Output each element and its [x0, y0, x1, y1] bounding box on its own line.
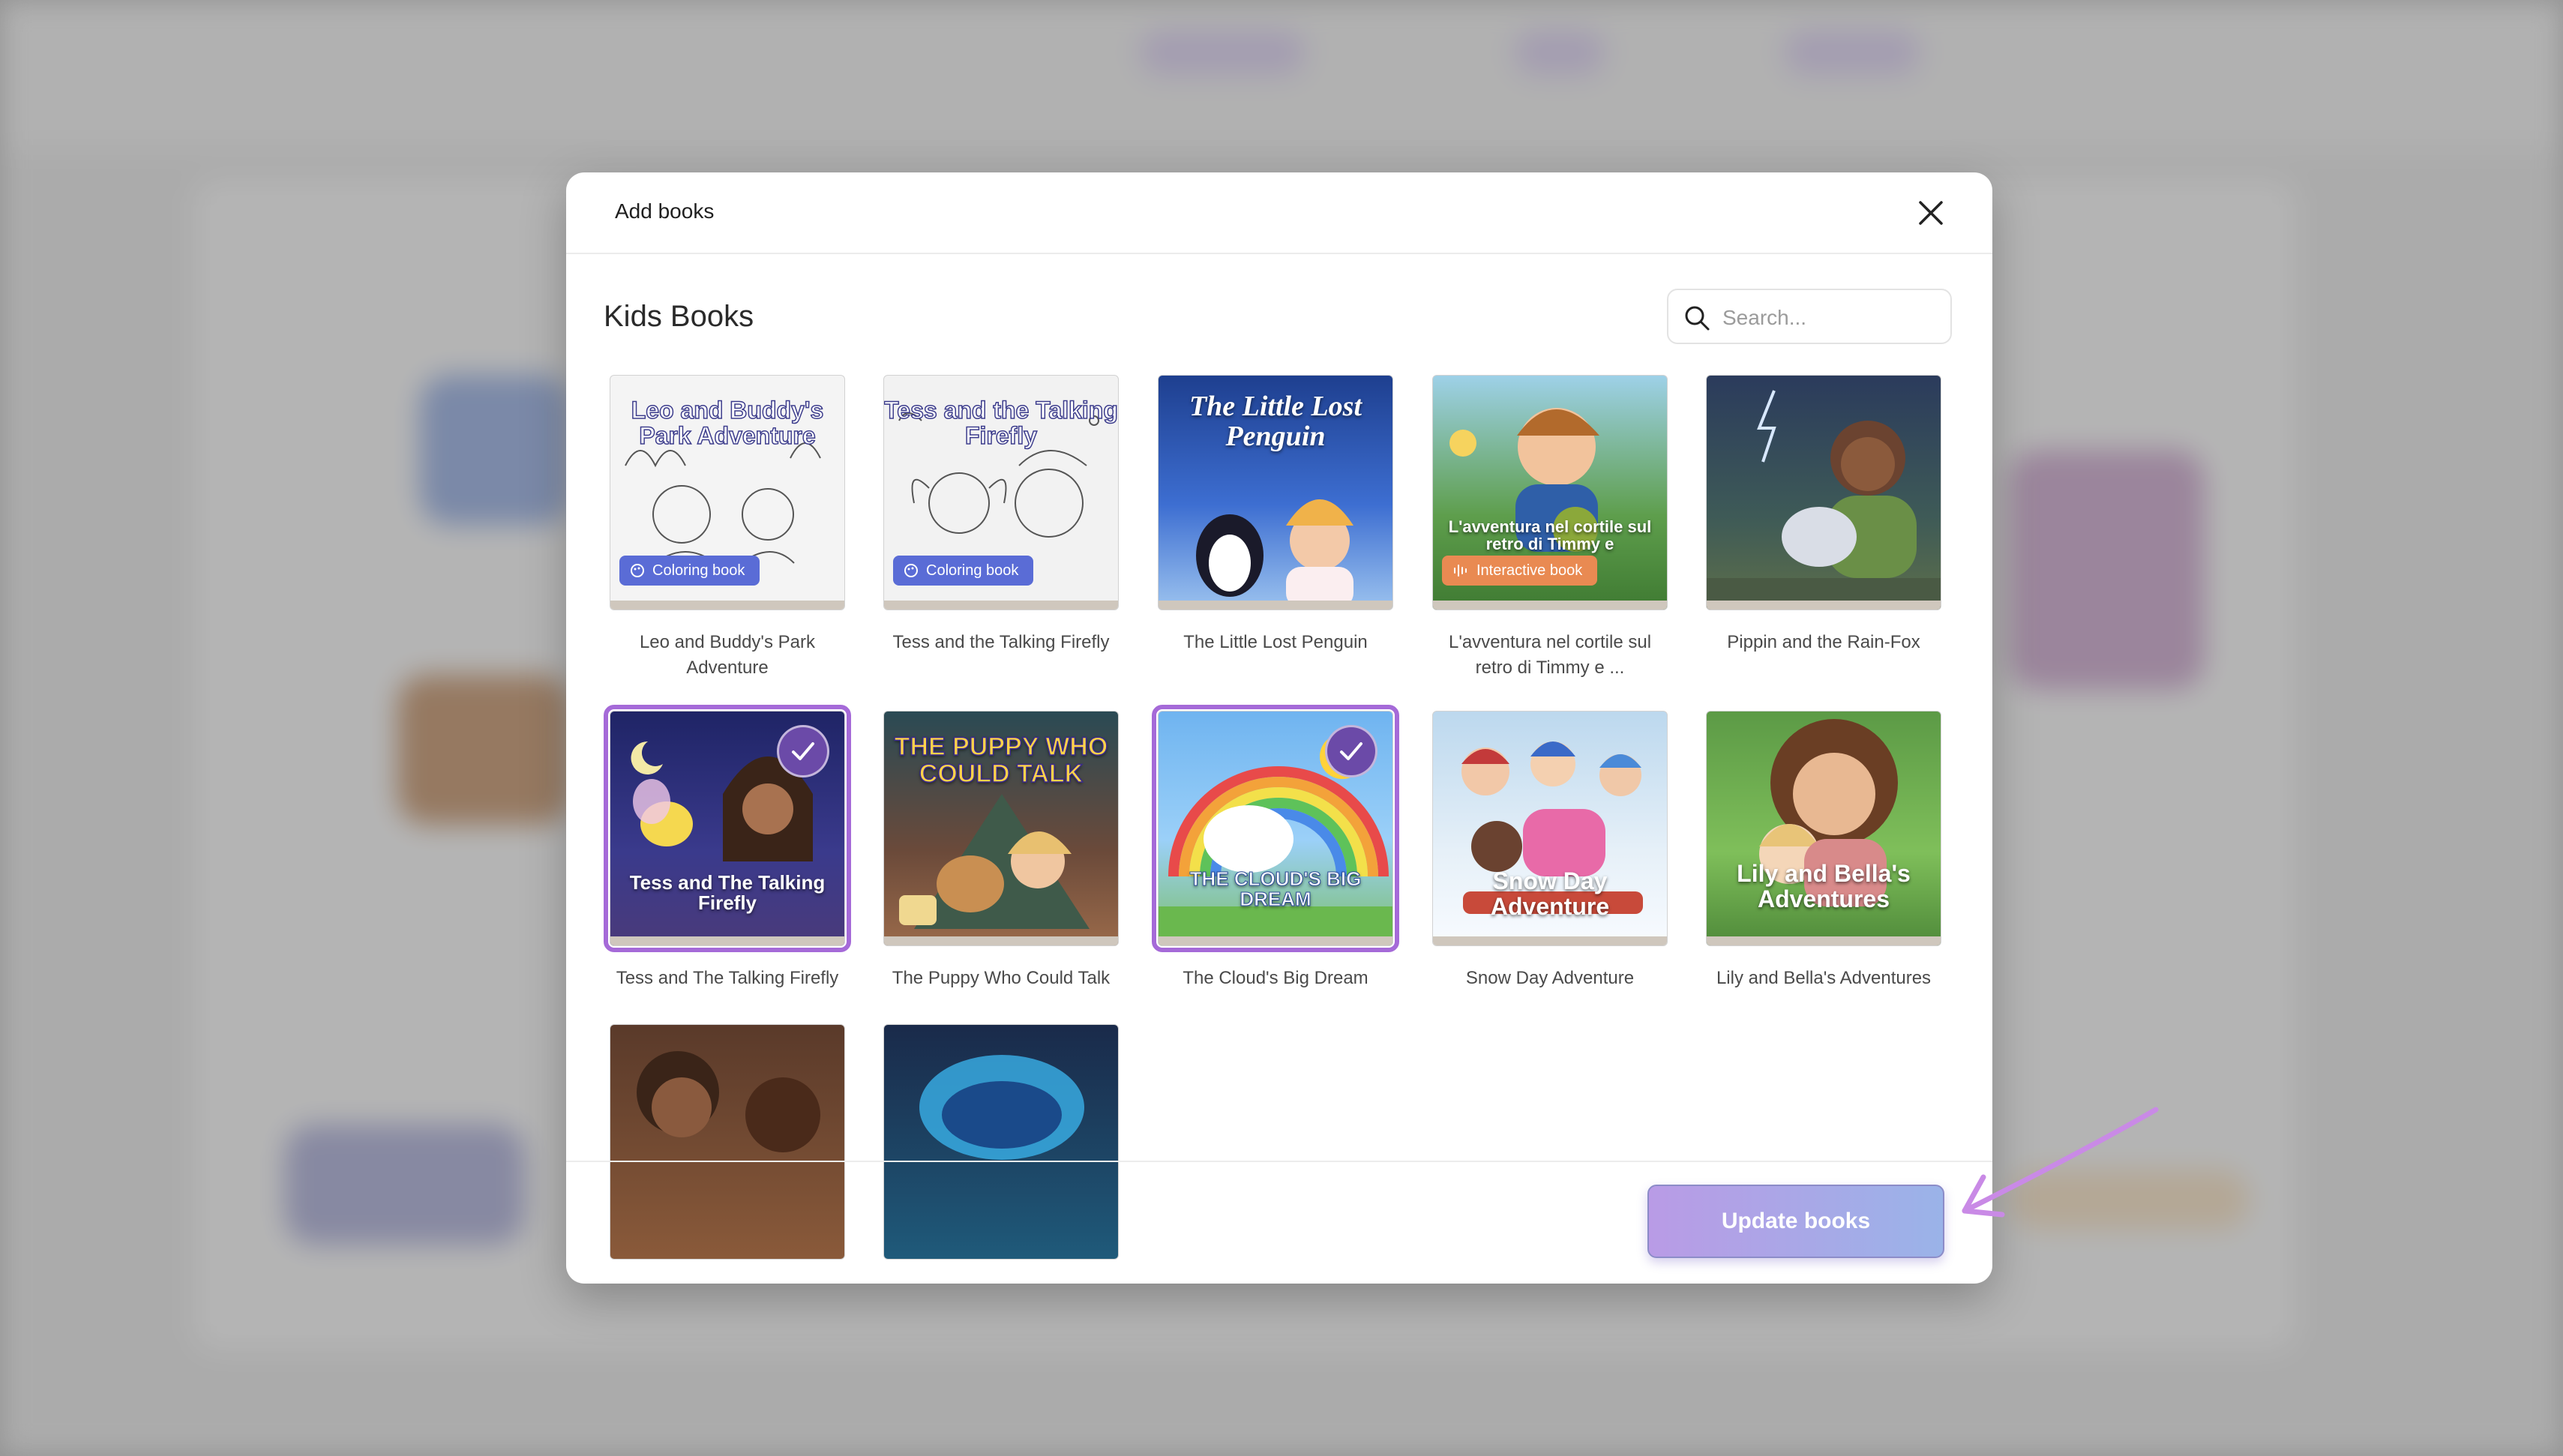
- close-icon: [1919, 201, 1943, 225]
- cover-shelf: [1159, 601, 1392, 610]
- cover-shelf: [1433, 936, 1667, 945]
- modal-header: Add books: [566, 172, 1992, 254]
- book-title: The Puppy Who Could Talk: [892, 968, 1111, 988]
- palette-icon: [631, 564, 644, 577]
- cover-title: Tess and the Talking Firefly: [884, 397, 1118, 449]
- book-cover[interactable]: Tess and The Talking Firefly: [610, 711, 845, 946]
- coloring-book-badge: Coloring book: [893, 556, 1034, 586]
- cover-title: L'avventura nel cortile sul retro di Tim…: [1448, 517, 1652, 554]
- book-cover[interactable]: [883, 1024, 1119, 1260]
- cover-shelf: [610, 936, 844, 945]
- cover-shelf: [1707, 936, 1941, 945]
- cover-shelf: [1707, 601, 1941, 610]
- books-grid: Leo and Buddy's Park Adventure Coloring …: [566, 375, 1992, 1284]
- badge-label: Interactive book: [1476, 562, 1583, 579]
- interactive-book-badge: Interactive book: [1442, 556, 1598, 586]
- cover-illustration: [919, 1055, 1084, 1160]
- rain-fox-illustration: [1707, 390, 1941, 608]
- cover-shelf: [884, 601, 1118, 610]
- book-cover[interactable]: THE CLOUD'S BIG DREAM: [1158, 711, 1393, 946]
- cover-title: Lily and Bella's Adventures: [1737, 860, 1911, 912]
- badge-label: Coloring book: [926, 562, 1019, 579]
- book-title: Snow Day Adventure: [1465, 968, 1635, 988]
- palette-icon: [904, 564, 918, 577]
- book-cover[interactable]: [1706, 375, 1941, 610]
- annotation-arrow-icon: [1962, 1107, 2159, 1218]
- cover-title: Snow Day Adventure: [1490, 867, 1610, 920]
- book-cover[interactable]: Lily and Bella's Adventures: [1706, 711, 1941, 946]
- cover-shelf: [610, 601, 844, 610]
- book-title: The Little Lost Penguin: [1183, 632, 1368, 652]
- checkmark-icon: [1340, 742, 1362, 760]
- search-field[interactable]: [1667, 289, 1952, 344]
- book-cover[interactable]: Leo and Buddy's Park Adventure Coloring …: [610, 375, 845, 610]
- search-input[interactable]: [1721, 301, 1941, 335]
- book-title: Leo and Buddy's Park Adventure: [639, 632, 816, 678]
- book-cover[interactable]: Tess and the Talking Firefly Coloring bo…: [883, 375, 1119, 610]
- cover-title: The Little Lost Penguin: [1189, 391, 1362, 452]
- cover-title: Leo and Buddy's Park Adventure: [631, 397, 824, 449]
- search-icon: [1685, 306, 1710, 331]
- book-cover[interactable]: [610, 1024, 845, 1260]
- cover-title: THE PUPPY WHO COULD TALK: [894, 732, 1108, 788]
- close-button[interactable]: [1914, 196, 1947, 229]
- book-cover[interactable]: Snow Day Adventure: [1432, 711, 1668, 946]
- book-title: Pippin and the Rain-Fox: [1727, 632, 1920, 652]
- modal-title: Add books: [615, 199, 715, 223]
- book-title: L'avventura nel cortile sul retro di Tim…: [1448, 632, 1652, 678]
- section-title: Kids Books: [604, 300, 754, 333]
- checkmark-icon: [792, 742, 814, 760]
- book-title: Lily and Bella's Adventures: [1716, 968, 1932, 988]
- book-cover[interactable]: The Little Lost Penguin: [1158, 375, 1393, 610]
- cover-shelf: [1159, 936, 1392, 945]
- book-cover[interactable]: THE PUPPY WHO COULD TALK: [883, 711, 1119, 946]
- cover-title: THE CLOUD'S BIG DREAM: [1189, 867, 1362, 911]
- audio-wave-icon: [1454, 565, 1467, 577]
- selected-check: [1325, 725, 1377, 777]
- coloring-book-badge: Coloring book: [619, 556, 760, 586]
- cover-shelf: [1433, 601, 1667, 610]
- book-title: Tess and the Talking Firefly: [892, 632, 1110, 652]
- book-cover[interactable]: L'avventura nel cortile sul retro di Tim…: [1432, 375, 1668, 610]
- badge-label: Coloring book: [652, 562, 745, 579]
- selected-check: [777, 725, 829, 777]
- cover-shelf: [884, 936, 1118, 945]
- add-books-modal: Add books Kids Books Search... Leo and B…: [566, 172, 1992, 1284]
- book-title: Tess and The Talking Firefly: [616, 968, 839, 988]
- footer-divider: [566, 1161, 1992, 1162]
- cover-title: Tess and The Talking Firefly: [629, 871, 826, 915]
- update-books-button[interactable]: Update books: [1647, 1185, 1944, 1258]
- cover-illustration: [637, 1051, 820, 1152]
- book-title: The Cloud's Big Dream: [1183, 968, 1368, 988]
